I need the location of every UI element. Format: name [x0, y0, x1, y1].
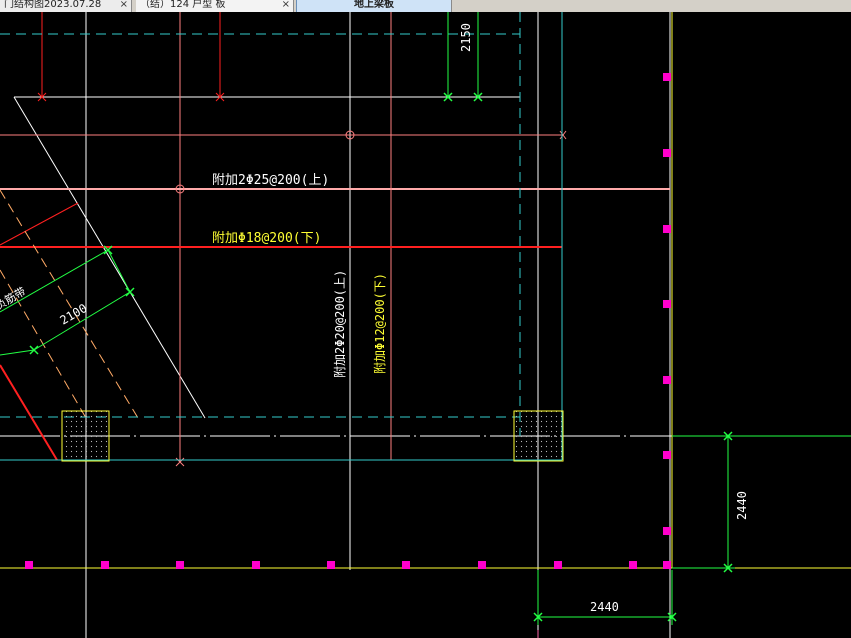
- cad-drawing-canvas[interactable]: 附加2Φ25@200(上) 附加Φ18@200(下) 附加2Φ20@200(上)…: [0, 12, 851, 638]
- marker: [663, 561, 671, 569]
- annotation-vert-top-rebar: 附加2Φ20@200(上): [333, 270, 347, 378]
- marker: [663, 451, 671, 459]
- tab-close-icon[interactable]: ×: [120, 0, 128, 10]
- column-rect: [61, 410, 110, 462]
- dimension-2440-horizontal: 2440: [590, 600, 619, 614]
- annotation-top-rebar: 附加2Φ25@200(上): [212, 173, 329, 188]
- tab-label: 门结构图2023.07.28: [4, 0, 102, 10]
- marker: [176, 561, 184, 569]
- marker: [663, 225, 671, 233]
- tab-close-icon[interactable]: ×: [282, 0, 290, 10]
- marker: [101, 561, 109, 569]
- tab-label: （结）124 户型 板: [140, 0, 226, 10]
- marker: [402, 561, 410, 569]
- annotation-vert-bottom-rebar: 附加Φ12@200(下): [373, 273, 387, 374]
- tab-structure-drawing[interactable]: 门结构图2023.07.28 ×: [0, 0, 132, 12]
- marker: [327, 561, 335, 569]
- column-rect: [513, 410, 564, 462]
- annotation-bottom-rebar: 附加Φ18@200(下): [212, 231, 321, 246]
- marker: [663, 376, 671, 384]
- column-1: [61, 410, 110, 462]
- marker: [663, 149, 671, 157]
- marker: [478, 561, 486, 569]
- canvas-background: [0, 12, 851, 638]
- marker: [25, 561, 33, 569]
- dimension-2150: 2150: [459, 23, 473, 52]
- marker: [663, 300, 671, 308]
- tab-unit-slab[interactable]: （结）124 户型 板 ×: [136, 0, 294, 12]
- marker: [554, 561, 562, 569]
- column-2: [513, 410, 564, 462]
- marker: [663, 73, 671, 81]
- marker: [629, 561, 637, 569]
- tab-label: 地上梁板: [354, 0, 394, 10]
- dimension-2440-vertical: 2440: [735, 491, 749, 520]
- marker: [252, 561, 260, 569]
- tab-above-ground-beam-slab[interactable]: 地上梁板: [296, 0, 452, 12]
- marker: [663, 527, 671, 535]
